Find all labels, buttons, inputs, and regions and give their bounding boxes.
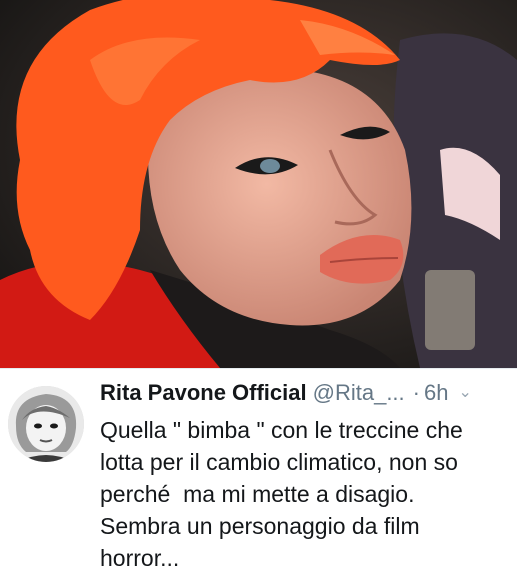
tweet-header: Rita Pavone Official @Rita_... · 6h ⌄	[100, 378, 510, 408]
avatar[interactable]	[8, 386, 84, 462]
tweet-text: Quella " bimba " con le treccine che lot…	[100, 417, 463, 571]
tweet: Rita Pavone Official @Rita_... · 6h ⌄ Qu…	[100, 378, 510, 574]
timestamp[interactable]: 6h	[424, 378, 448, 408]
tweet-photo[interactable]	[0, 0, 517, 368]
chevron-down-icon[interactable]: ⌄	[458, 378, 471, 408]
display-name[interactable]: Rita Pavone Official	[100, 378, 307, 408]
user-handle[interactable]: @Rita_...	[313, 378, 405, 408]
separator-dot: ·	[412, 380, 420, 405]
divider	[0, 368, 517, 369]
